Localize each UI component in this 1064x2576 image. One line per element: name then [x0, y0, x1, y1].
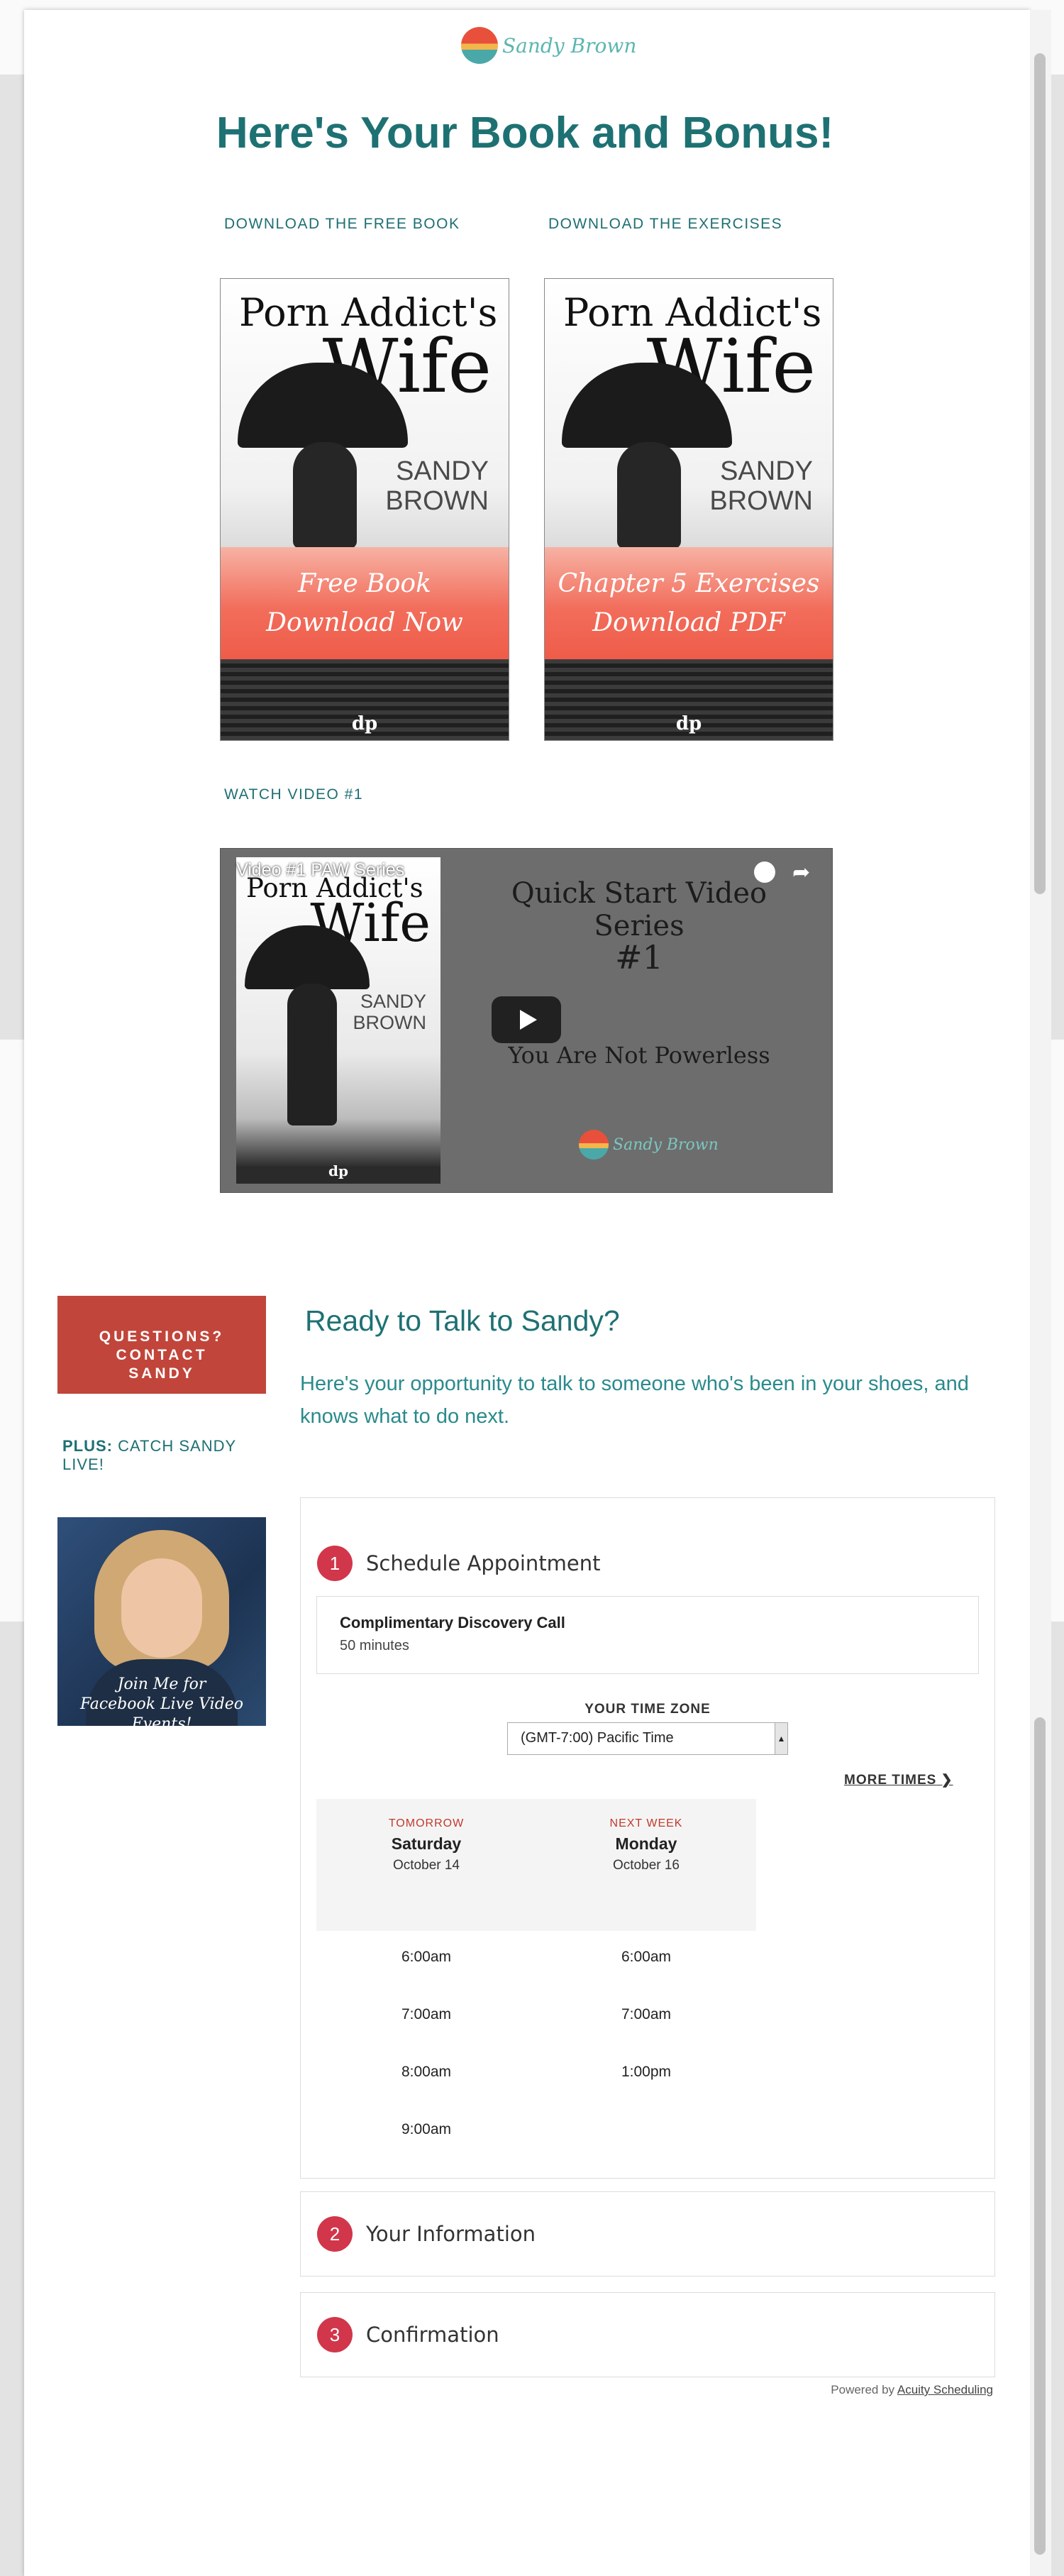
banner-line: Download Now [266, 608, 463, 637]
download-banner: Chapter 5 Exercises Download PDF [545, 547, 833, 659]
video-title[interactable]: Video #1 PAW Series [236, 860, 404, 881]
cover-author: SANDY BROWN [385, 456, 489, 516]
step-number-badge: 1 [317, 1546, 353, 1581]
site-logo[interactable]: Sandy Brown [461, 27, 636, 64]
video-series-title: Quick Start Video Series [511, 877, 767, 942]
timezone-label: YOUR TIME ZONE [584, 1702, 711, 1717]
time-slot[interactable]: 6:00am [316, 1949, 536, 1966]
play-button[interactable] [492, 996, 561, 1043]
banner-line: Download PDF [592, 608, 785, 637]
banner-line: Chapter 5 Exercises [558, 569, 820, 598]
day-headers: TOMORROW Saturday October 14 NEXT WEEK M… [316, 1799, 756, 1931]
service-name: Complimentary Discovery Call [340, 1614, 565, 1631]
intro-text: Here's your opportunity to talk to someo… [300, 1372, 969, 1428]
download-book-label: DOWNLOAD THE FREE BOOK [224, 216, 460, 232]
appointment-type-option[interactable]: Complimentary Discovery Call 50 minutes [316, 1596, 979, 1674]
powered-by: Powered by Acuity Scheduling [831, 2383, 993, 2396]
acuity-link[interactable]: Acuity Scheduling [897, 2383, 993, 2396]
day-column-header: TOMORROW Saturday October 14 [388, 1817, 465, 1873]
timezone-select[interactable]: (GMT-7:00) Pacific Time ▲ [507, 1722, 788, 1755]
photo-caption: Join Me for Facebook Live Video Events! [79, 1675, 244, 1726]
download-exercises-label: DOWNLOAD THE EXERCISES [548, 216, 783, 232]
service-duration: 50 minutes [340, 1638, 409, 1653]
plus-catch-sandy-live: PLUS: CATCH SANDY LIVE! [62, 1437, 236, 1473]
scrollbar-thumb[interactable] [1034, 53, 1046, 894]
dropdown-arrow-icon: ▲ [775, 1723, 787, 1754]
time-slot[interactable]: 9:00am [316, 2121, 536, 2138]
publisher-mark: dp [675, 713, 702, 734]
step-title: Confirmation [366, 2323, 499, 2347]
video-logo: Sandy Brown [579, 1130, 719, 1160]
step-title: Your Information [366, 2222, 536, 2246]
time-slot[interactable]: 6:00am [536, 1949, 756, 1966]
contact-sandy-button[interactable]: QUESTIONS? CONTACT SANDY [57, 1296, 266, 1394]
time-slot[interactable]: 7:00am [316, 2006, 536, 2023]
scrollbar-thumb-lower[interactable] [1034, 1717, 1046, 2555]
time-slot[interactable]: 7:00am [536, 2006, 756, 2023]
step-number-badge: 2 [317, 2216, 353, 2252]
video-player[interactable]: Porn Addict's Wife SANDY BROWN dp Video #… [220, 848, 833, 1193]
free-book-download-link[interactable]: Porn Addict's Wife SANDY BROWN Free Book… [220, 278, 509, 741]
chevron-right-icon: ❯ [941, 1773, 953, 1788]
video-book-cover: Porn Addict's Wife SANDY BROWN dp [236, 857, 440, 1184]
step-title: Schedule Appointment [366, 1551, 601, 1575]
day-column-header: NEXT WEEK Monday October 16 [609, 1817, 683, 1873]
sunset-logo-icon [579, 1130, 609, 1160]
step-number-badge: 3 [317, 2317, 353, 2352]
watch-video-label: WATCH VIDEO #1 [224, 786, 364, 803]
video-number: #1 [615, 938, 663, 976]
section-heading: Ready to Talk to Sandy? [305, 1304, 620, 1337]
cover-author: SANDY BROWN [709, 456, 813, 516]
video-subtitle: You Are Not Powerless [508, 1042, 770, 1069]
exercises-download-link[interactable]: Porn Addict's Wife SANDY BROWN Chapter 5… [544, 278, 833, 741]
woman-figure-image [617, 442, 681, 549]
more-times-link[interactable]: MORE TIMES ❯ [844, 1772, 953, 1788]
time-slot[interactable]: 8:00am [316, 2064, 536, 2081]
woman-figure-image [287, 984, 337, 1125]
publisher-mark: dp [351, 713, 378, 734]
logo-text: Sandy Brown [502, 33, 637, 57]
woman-figure-image [293, 442, 357, 549]
sunset-logo-icon [461, 27, 498, 64]
banner-line: Free Book [298, 569, 431, 598]
page-title: Here's Your Book and Bonus! [216, 109, 834, 158]
time-slot[interactable]: 1:00pm [536, 2064, 756, 2081]
facebook-live-promo-image[interactable]: Join Me for Facebook Live Video Events! [57, 1517, 266, 1726]
download-banner: Free Book Download Now [221, 547, 509, 659]
